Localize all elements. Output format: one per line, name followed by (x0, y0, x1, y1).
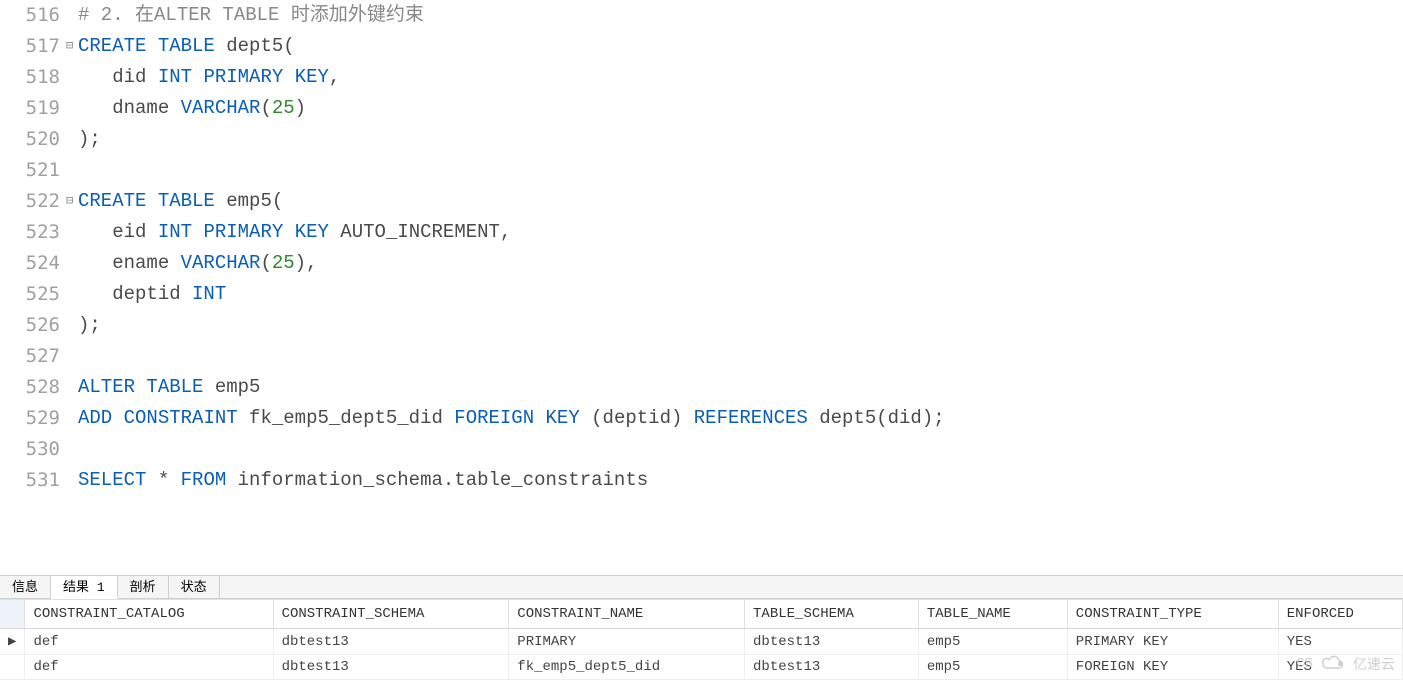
sql-editor[interactable]: 516# 2. 在ALTER TABLE 时添加外键约束517⊟CREATE T… (0, 0, 1403, 575)
results-panel: CONSTRAINT_CATALOGCONSTRAINT_SCHEMACONST… (0, 599, 1403, 680)
code-line[interactable]: 529 ADD CONSTRAINT fk_emp5_dept5_did FORE… (0, 403, 1403, 434)
code-line[interactable]: 526); (0, 310, 1403, 341)
fold-toggle (66, 62, 78, 93)
column-header[interactable]: TABLE_SCHEMA (745, 600, 919, 629)
cell[interactable]: YES (1278, 629, 1402, 655)
code-text[interactable]: deptid INT (78, 279, 226, 310)
fold-toggle (66, 465, 78, 496)
code-text[interactable]: ); (78, 124, 101, 155)
table-row[interactable]: ▶defdbtest13PRIMARYdbtest13emp5PRIMARY K… (0, 629, 1403, 655)
code-line[interactable]: 523 eid INT PRIMARY KEY AUTO_INCREMENT, (0, 217, 1403, 248)
fold-toggle (66, 155, 78, 186)
fold-toggle (66, 403, 78, 434)
code-text[interactable]: did INT PRIMARY KEY, (78, 62, 340, 93)
code-line[interactable]: 517⊟CREATE TABLE dept5( (0, 31, 1403, 62)
tab-信息[interactable]: 信息 (0, 576, 51, 598)
fold-toggle (66, 217, 78, 248)
line-number: 524 (0, 248, 66, 279)
code-text[interactable]: # 2. 在ALTER TABLE 时添加外键约束 (78, 0, 424, 31)
cell[interactable]: dbtest13 (273, 655, 509, 680)
column-header[interactable]: CONSTRAINT_TYPE (1067, 600, 1278, 629)
code-line[interactable]: 528 ALTER TABLE emp5 (0, 372, 1403, 403)
code-text[interactable]: ALTER TABLE emp5 (78, 372, 260, 403)
code-line[interactable]: 530 (0, 434, 1403, 465)
code-text[interactable]: ADD CONSTRAINT fk_emp5_dept5_did FOREIGN… (78, 403, 945, 434)
code-line[interactable]: 527 (0, 341, 1403, 372)
fold-toggle (66, 279, 78, 310)
tab-剖析[interactable]: 剖析 (118, 576, 169, 598)
fold-toggle (66, 248, 78, 279)
line-number: 522 (0, 186, 66, 217)
fold-toggle (66, 434, 78, 465)
code-text[interactable]: dname VARCHAR(25) (78, 93, 306, 124)
line-number: 528 (0, 372, 66, 403)
watermark-prefix: CS (1296, 656, 1313, 672)
fold-toggle (66, 341, 78, 372)
cell[interactable]: dbtest13 (745, 629, 919, 655)
code-line[interactable]: 519 dname VARCHAR(25) (0, 93, 1403, 124)
code-line[interactable]: 524 ename VARCHAR(25), (0, 248, 1403, 279)
watermark-brand: 亿速云 (1353, 654, 1395, 674)
column-header[interactable]: CONSTRAINT_CATALOG (25, 600, 273, 629)
column-header[interactable]: CONSTRAINT_SCHEMA (273, 600, 509, 629)
line-number: 529 (0, 403, 66, 434)
column-header[interactable]: ENFORCED (1278, 600, 1402, 629)
table-row[interactable]: defdbtest13fk_emp5_dept5_diddbtest13emp5… (0, 655, 1403, 680)
cell[interactable]: emp5 (918, 655, 1067, 680)
fold-toggle (66, 372, 78, 403)
results-table[interactable]: CONSTRAINT_CATALOGCONSTRAINT_SCHEMACONST… (0, 600, 1403, 680)
line-number: 519 (0, 93, 66, 124)
code-text[interactable]: eid INT PRIMARY KEY AUTO_INCREMENT, (78, 217, 511, 248)
fold-toggle (66, 310, 78, 341)
row-marker: ▶ (0, 629, 25, 655)
cell[interactable]: def (25, 629, 273, 655)
code-line[interactable]: 520); (0, 124, 1403, 155)
line-number: 518 (0, 62, 66, 93)
column-header[interactable]: CONSTRAINT_NAME (509, 600, 745, 629)
fold-toggle (66, 124, 78, 155)
fold-toggle (66, 0, 78, 31)
cell[interactable]: FOREIGN KEY (1067, 655, 1278, 680)
code-line[interactable]: 525 deptid INT (0, 279, 1403, 310)
code-line[interactable]: 516 # 2. 在ALTER TABLE 时添加外键约束 (0, 0, 1403, 31)
cell[interactable]: fk_emp5_dept5_did (509, 655, 745, 680)
line-number: 527 (0, 341, 66, 372)
code-line[interactable]: 522⊟CREATE TABLE emp5( (0, 186, 1403, 217)
line-number: 523 (0, 217, 66, 248)
line-number: 525 (0, 279, 66, 310)
watermark: CS 亿速云 (1296, 654, 1395, 674)
fold-toggle[interactable]: ⊟ (66, 186, 78, 217)
fold-toggle (66, 93, 78, 124)
code-text[interactable]: ); (78, 310, 101, 341)
line-number: 526 (0, 310, 66, 341)
column-header[interactable]: TABLE_NAME (918, 600, 1067, 629)
line-number: 520 (0, 124, 66, 155)
code-line[interactable]: 531 SELECT * FROM information_schema.tabl… (0, 465, 1403, 496)
line-number: 531 (0, 465, 66, 496)
cell[interactable]: PRIMARY (509, 629, 745, 655)
code-text[interactable]: CREATE TABLE dept5( (78, 31, 295, 62)
row-marker-header (0, 600, 25, 629)
code-text[interactable]: CREATE TABLE emp5( (78, 186, 283, 217)
fold-toggle[interactable]: ⊟ (66, 31, 78, 62)
cloud-icon (1319, 655, 1347, 673)
line-number: 521 (0, 155, 66, 186)
code-text[interactable]: SELECT * FROM information_schema.table_c… (78, 465, 648, 496)
tab-状态[interactable]: 状态 (169, 576, 220, 598)
line-number: 530 (0, 434, 66, 465)
cell[interactable]: emp5 (918, 629, 1067, 655)
row-marker (0, 655, 25, 680)
cell[interactable]: PRIMARY KEY (1067, 629, 1278, 655)
cell[interactable]: dbtest13 (273, 629, 509, 655)
cell[interactable]: def (25, 655, 273, 680)
code-line[interactable]: 518 did INT PRIMARY KEY, (0, 62, 1403, 93)
line-number: 516 (0, 0, 66, 31)
result-tabs: 信息结果 1剖析状态 (0, 575, 1403, 599)
code-line[interactable]: 521 (0, 155, 1403, 186)
code-text[interactable]: ename VARCHAR(25), (78, 248, 317, 279)
tab-结果 1[interactable]: 结果 1 (51, 576, 118, 599)
line-number: 517 (0, 31, 66, 62)
cell[interactable]: dbtest13 (745, 655, 919, 680)
